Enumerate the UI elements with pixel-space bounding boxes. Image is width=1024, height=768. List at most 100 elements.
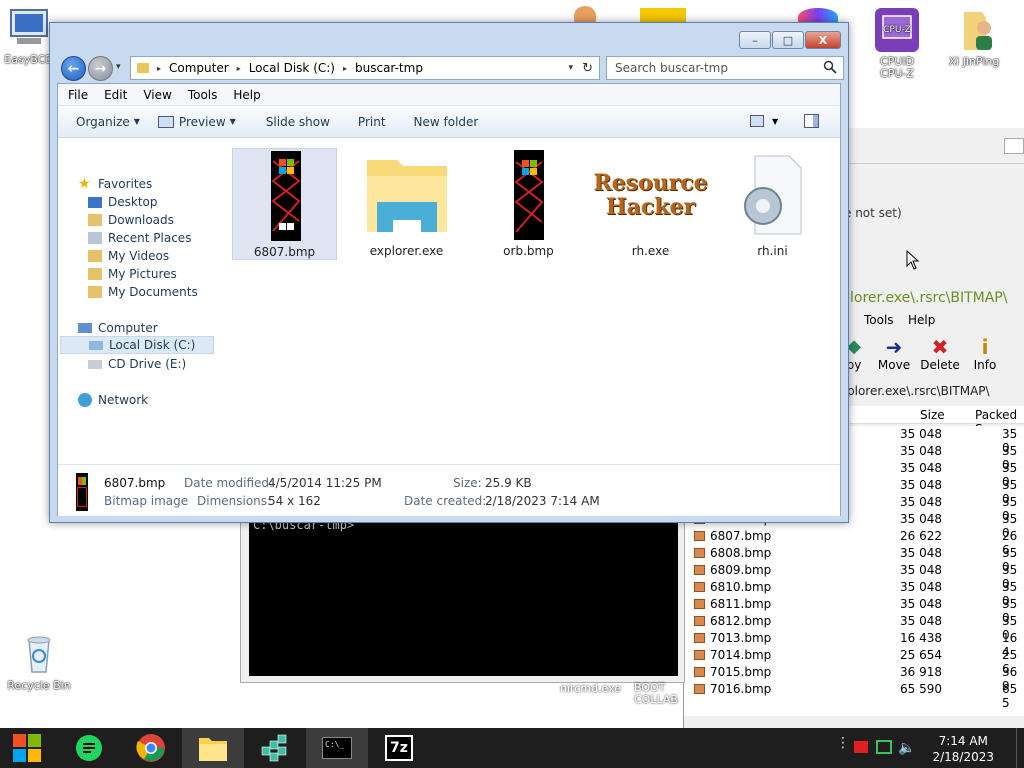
address-dropdown-icon[interactable]: ▾: [568, 63, 573, 73]
details-filename: 6807.bmp: [104, 476, 166, 490]
drive-icon: [89, 340, 103, 350]
desktop-icon-cpuz[interactable]: CPU-Z CPUID CPU-Z: [862, 6, 932, 80]
menu-help[interactable]: Help: [233, 88, 260, 102]
forward-button[interactable]: →: [88, 56, 113, 81]
archive-row-name: 6807.bmp: [710, 529, 772, 543]
nav-computer[interactable]: Computer: [78, 319, 158, 337]
chrome-icon: [136, 734, 165, 762]
resource-hacker-logo-text: Resource Hacker: [593, 170, 708, 220]
nav-my-documents[interactable]: My Documents: [88, 283, 198, 301]
taskbar-cmd[interactable]: C:\_: [306, 728, 368, 768]
start-button[interactable]: [0, 728, 54, 768]
chevron-right-icon: ▸: [236, 63, 241, 73]
archive-row-size: 35 048: [900, 563, 942, 577]
system-clock[interactable]: 7:14 AM 2/18/2023: [932, 733, 994, 765]
speaker-icon[interactable]: 🔈: [898, 740, 915, 756]
taskbar-7zip[interactable]: 7z: [368, 728, 430, 768]
documents-icon: [88, 286, 102, 298]
archive-row-size: 35 048: [900, 597, 942, 611]
preview-button[interactable]: Preview ▼: [157, 115, 236, 129]
maximize-button[interactable]: □: [772, 31, 804, 49]
close-button[interactable]: X: [805, 31, 841, 49]
breadcrumb-computer[interactable]: Computer: [169, 61, 229, 75]
boot-label[interactable]: BOOT COLLAB: [634, 682, 684, 706]
bitmap-file-icon: [694, 565, 705, 575]
menu-tools[interactable]: Tools: [188, 88, 218, 102]
window-controls: – □ X: [738, 31, 841, 49]
archive-row[interactable]: 6810.bmp 35 048 35 0: [684, 579, 1024, 608]
taskbar-empty-area[interactable]: [436, 728, 820, 768]
explorer-window[interactable]: – □ X ← → ▾ ▸ Computer ▸ Local Disk (C:)…: [49, 22, 849, 523]
archive-path-bar[interactable]: plorer.exe\.rsrc\BITMAP\: [847, 384, 990, 398]
address-bar[interactable]: ▸ Computer ▸ Local Disk (C:) ▸ buscar-tm…: [130, 56, 600, 80]
archive-row[interactable]: 7015.bmp 36 918 36 9: [684, 664, 1024, 693]
info-button[interactable]: i Info: [970, 336, 1000, 372]
back-button[interactable]: ←: [61, 56, 86, 81]
search-input[interactable]: Search buscar-tmp: [606, 56, 844, 80]
computer-icon: [5, 4, 53, 52]
delete-button[interactable]: ✖ Delete: [920, 336, 960, 372]
breadcrumb-local-disk[interactable]: Local Disk (C:): [249, 61, 335, 75]
nav-network[interactable]: Network: [78, 391, 148, 409]
move-button[interactable]: ➜ Move: [876, 336, 912, 372]
archive-row[interactable]: 7014.bmp 25 654 25 6: [684, 647, 1024, 676]
bitmap-file-icon: [694, 548, 705, 558]
menu-view[interactable]: View: [143, 88, 171, 102]
column-size[interactable]: Size: [920, 408, 945, 422]
menu-help[interactable]: Help: [908, 313, 935, 327]
taskbar-chrome[interactable]: [120, 728, 182, 768]
desktop-icon-recycle-bin[interactable]: Recycle Bin: [4, 630, 74, 692]
nircmd-label[interactable]: nircmd.exe: [560, 682, 621, 695]
arrow-left-icon: ←: [67, 60, 80, 77]
bitmap-file-icon: [694, 667, 705, 677]
recent-pages-dropdown[interactable]: ▾: [116, 62, 121, 72]
file-item[interactable]: rh.ini: [720, 148, 825, 260]
bitmap-file-icon: [694, 650, 705, 660]
search-icon[interactable]: [823, 60, 837, 77]
flag-icon[interactable]: [854, 741, 868, 753]
preview-pane-button[interactable]: [804, 114, 819, 128]
breadcrumb-buscar-tmp[interactable]: buscar-tmp: [355, 61, 423, 75]
taskbar-notes-app[interactable]: [58, 728, 120, 768]
file-item[interactable]: orb.bmp: [476, 148, 581, 260]
archive-row[interactable]: 6809.bmp 35 048 35 0: [684, 562, 1024, 591]
menu-edit[interactable]: Edit: [104, 88, 127, 102]
menu-file[interactable]: File: [68, 88, 88, 102]
print-button[interactable]: Print: [358, 115, 386, 129]
change-view-button[interactable]: ▼: [750, 115, 778, 127]
minimize-button[interactable]: –: [739, 31, 771, 49]
refresh-icon[interactable]: ↻: [582, 61, 593, 76]
archive-row[interactable]: 7013.bmp 16 438 16 4: [684, 630, 1024, 659]
taskbar-file-explorer[interactable]: [182, 728, 244, 768]
cmd-window[interactable]: C:\buscar-tmp>: [240, 500, 685, 683]
taskbar-resource-hacker[interactable]: [244, 728, 306, 768]
archive-toolbar: ◆ py ➜ Move ✖ Delete i Info: [844, 334, 1024, 380]
cmd-console[interactable]: C:\buscar-tmp>: [249, 516, 678, 676]
organize-button[interactable]: Organize ▼: [76, 115, 140, 129]
network-tray-icon[interactable]: [876, 740, 892, 754]
arrow-right-icon: ➜: [885, 335, 903, 359]
nav-local-disk[interactable]: Local Disk (C:): [60, 336, 214, 354]
file-item[interactable]: 6807.bmp: [232, 148, 337, 260]
archive-row[interactable]: 6807.bmp 26 622 26 6: [684, 528, 1024, 557]
bitmap-file-icon: [694, 599, 705, 609]
slideshow-button[interactable]: Slide show: [266, 115, 330, 129]
chevron-right-icon: ▸: [342, 63, 347, 73]
menu-tools[interactable]: Tools: [864, 313, 894, 327]
archive-row-name: 6812.bmp: [710, 614, 772, 628]
delete-x-icon: ✖: [931, 335, 949, 359]
nav-cd-drive[interactable]: CD Drive (E:): [88, 355, 186, 373]
archive-row[interactable]: 6808.bmp 35 048 35 0: [684, 545, 1024, 574]
show-desktop-button[interactable]: [1016, 728, 1024, 768]
details-filetype: Bitmap image: [104, 494, 189, 508]
details-thumbnail-icon: [76, 473, 88, 511]
archive-row[interactable]: 6812.bmp 35 048 35 0: [684, 613, 1024, 642]
view-icon: [750, 115, 764, 127]
file-item[interactable]: Resource Hacker rh.exe: [593, 148, 707, 260]
archive-row[interactable]: 6811.bmp 35 048 35 0: [684, 596, 1024, 625]
overflow-dots-icon[interactable]: ⋮: [836, 736, 850, 750]
file-item[interactable]: explorer.exe: [354, 148, 459, 260]
new-folder-button[interactable]: New folder: [414, 115, 479, 129]
archive-row[interactable]: 7016.bmp 65 590 65 5: [684, 681, 1024, 710]
desktop-icon-xijinping[interactable]: Xi JinPing: [939, 6, 1009, 68]
